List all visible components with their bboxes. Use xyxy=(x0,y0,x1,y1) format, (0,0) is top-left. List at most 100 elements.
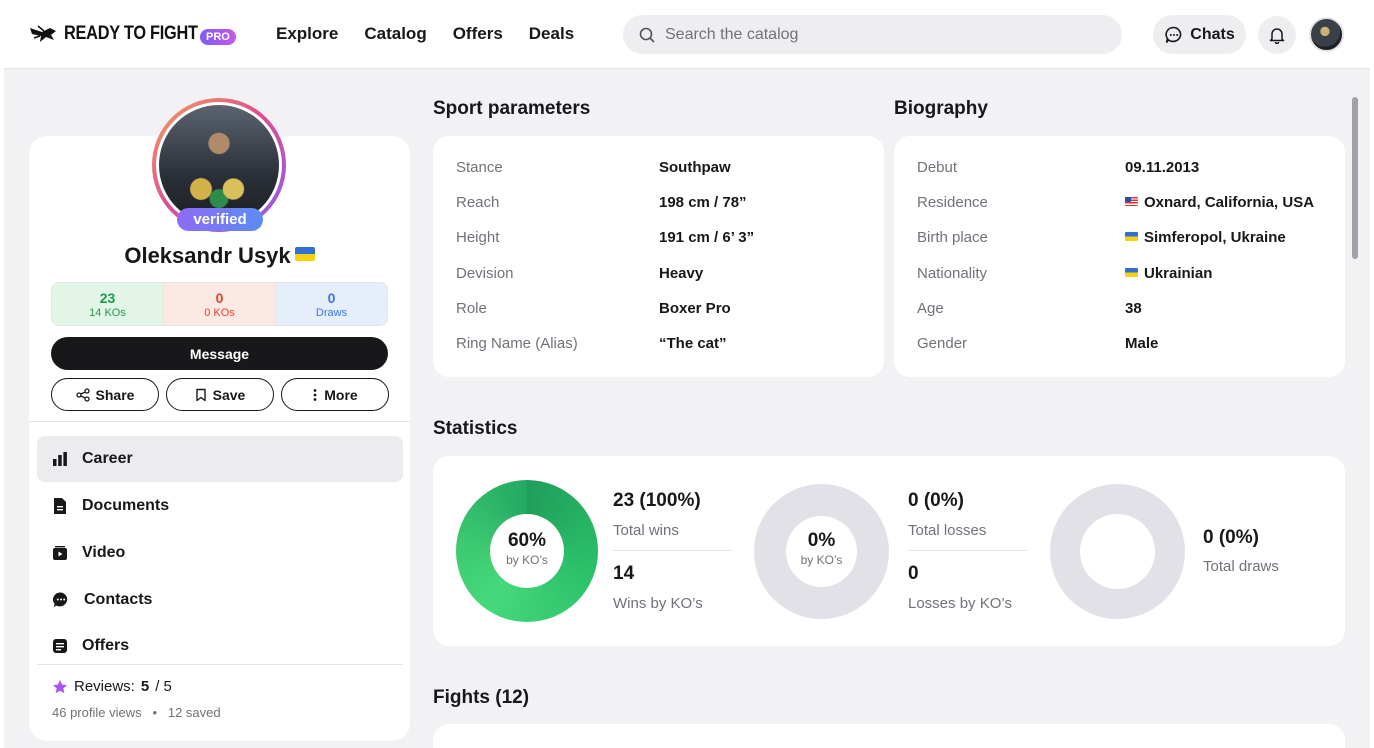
sidebar-item-offers[interactable]: Offers xyxy=(37,623,403,669)
sport-param-value: Boxer Pro xyxy=(659,300,731,317)
bio-field-row: Residence Oxnard, California, USA xyxy=(917,194,1314,212)
sport-param-value-text: Heavy xyxy=(659,264,704,282)
losses-tile: 0 0 KOs xyxy=(163,283,276,325)
reviews-summary: Reviews: 5 / 5 xyxy=(52,678,172,695)
sidebar-item-career[interactable]: Career xyxy=(37,436,403,482)
losses-by-ko-label: Losses by KO’s xyxy=(908,595,1012,612)
sport-param-value: “The cat” xyxy=(659,335,727,352)
total-draws-value: 0 (0%) xyxy=(1203,527,1259,548)
total-losses-value: 0 (0%) xyxy=(908,490,964,511)
bio-field-value: Simferopol, Ukraine xyxy=(1125,229,1286,246)
sport-param-value: 191 cm / 6’ 3” xyxy=(659,229,754,246)
sidebar-item-documents[interactable]: Documents xyxy=(37,483,403,529)
nav-offers[interactable]: Offers xyxy=(453,24,503,44)
bio-field-value: 38 xyxy=(1125,300,1142,317)
donut-center: 0% by KO’s xyxy=(786,516,857,587)
bio-field-value: Oxnard, California, USA xyxy=(1125,194,1314,211)
profile-photo xyxy=(159,105,279,225)
nav-deals[interactable]: Deals xyxy=(529,24,574,44)
fights-title: Fights (12) xyxy=(433,687,530,708)
more-button[interactable]: More xyxy=(281,378,389,411)
note-icon xyxy=(53,639,67,653)
total-losses-label: Total losses xyxy=(908,522,987,539)
sidebar-item-label: Career xyxy=(82,450,133,467)
bookmark-icon xyxy=(195,388,206,401)
profile-views: 46 profile views xyxy=(52,705,142,720)
brand-logo[interactable]: READY TO FIGHT PRO xyxy=(28,22,236,46)
losses-ko-donut: 0% by KO’s xyxy=(754,484,889,619)
sidebar-item-label: Offers xyxy=(82,637,130,654)
total-wins-label: Total wins xyxy=(613,522,679,539)
losses-count: 0 xyxy=(215,290,224,306)
sport-param-row: Stance Southpaw xyxy=(456,159,731,176)
sport-param-key: Stance xyxy=(456,159,503,176)
nav-explore[interactable]: Explore xyxy=(276,24,338,44)
verified-badge: verified xyxy=(177,208,263,231)
usa-flag-icon xyxy=(1125,197,1138,207)
sport-param-value-text: “The cat” xyxy=(659,335,727,352)
reviews-total: / 5 xyxy=(155,678,172,695)
chats-button[interactable]: Chats xyxy=(1153,15,1246,54)
total-wins-value: 23 (100%) xyxy=(613,490,701,511)
wins-by-ko-value: 14 xyxy=(613,563,635,584)
draws-tile: 0 Draws xyxy=(276,283,387,325)
wins-ko-percent: 60% xyxy=(507,530,547,551)
ukraine-flag-icon xyxy=(1125,232,1138,242)
brand-name: READY TO FIGHT xyxy=(64,23,198,44)
sidebar-item-label: Documents xyxy=(82,497,170,514)
star-icon xyxy=(53,679,67,693)
user-avatar[interactable] xyxy=(1309,17,1344,52)
bar-chart-icon xyxy=(53,452,67,466)
bio-field-value-text: Male xyxy=(1125,335,1159,352)
statistics-title: Statistics xyxy=(433,418,518,439)
notifications-button[interactable] xyxy=(1258,16,1296,54)
divider xyxy=(29,421,410,422)
video-icon xyxy=(53,546,67,560)
bio-field-value-text: 38 xyxy=(1125,299,1142,317)
main-nav: Explore Catalog Offers Deals xyxy=(276,24,574,44)
sport-param-row: Reach 198 cm / 78” xyxy=(456,194,747,212)
profile-name: Oleksandr Usyk xyxy=(29,243,410,269)
sidebar-item-label: Video xyxy=(82,544,126,561)
bell-icon xyxy=(1269,28,1285,44)
losses-ko-caption: by KO’s xyxy=(800,553,843,567)
losses-by-ko-value: 0 xyxy=(908,563,919,584)
bio-field-key: Residence xyxy=(917,194,988,212)
donut-center: 60% by KO’s xyxy=(490,514,564,588)
sidebar-item-contacts[interactable]: Contacts xyxy=(37,577,403,623)
sidebar-item-video[interactable]: Video xyxy=(37,530,403,576)
divider xyxy=(613,550,732,551)
message-button[interactable]: Message xyxy=(51,337,388,370)
losses-ko-percent: 0% xyxy=(807,530,836,551)
bio-field-row: Debut 09.11.2013 xyxy=(917,159,1199,176)
meta-dot: • xyxy=(145,705,165,720)
wins-tile: 23 14 KOs xyxy=(52,283,163,325)
bio-field-row: Gender Male xyxy=(917,335,1158,352)
nav-catalog[interactable]: Catalog xyxy=(364,24,426,44)
bio-field-value: Male xyxy=(1125,335,1158,352)
saved-count: 12 saved xyxy=(167,705,221,720)
share-button[interactable]: Share xyxy=(51,378,159,411)
draws-donut xyxy=(1050,484,1185,619)
sport-param-value: Southpaw xyxy=(659,159,731,176)
sport-param-key: Reach xyxy=(456,194,500,212)
draws-label: Draws xyxy=(315,307,348,319)
wasp-logo-icon xyxy=(30,25,56,42)
page-scrollbar[interactable] xyxy=(1352,97,1358,259)
bio-field-value-text: Simferopol, Ukraine xyxy=(1144,229,1286,247)
bio-field-row: Birth place Simferopol, Ukraine xyxy=(917,229,1286,246)
donut-center xyxy=(1080,514,1155,589)
losses-kos: 0 KOs xyxy=(204,307,235,319)
pro-badge: PRO xyxy=(200,29,236,45)
sport-param-value-text: 198 cm / 78” xyxy=(659,194,747,212)
save-label: Save xyxy=(212,386,246,403)
share-label: Share xyxy=(95,386,135,403)
sport-param-key: Role xyxy=(456,299,487,317)
bio-field-row: Nationality Ukrainian xyxy=(917,265,1212,282)
bio-field-value-text: 09.11.2013 xyxy=(1125,159,1200,176)
sport-param-key: Height xyxy=(456,229,500,247)
bio-field-key: Gender xyxy=(917,335,968,352)
search-input[interactable] xyxy=(665,25,1085,44)
save-button[interactable]: Save xyxy=(166,378,274,411)
sport-param-value: 198 cm / 78” xyxy=(659,194,747,211)
